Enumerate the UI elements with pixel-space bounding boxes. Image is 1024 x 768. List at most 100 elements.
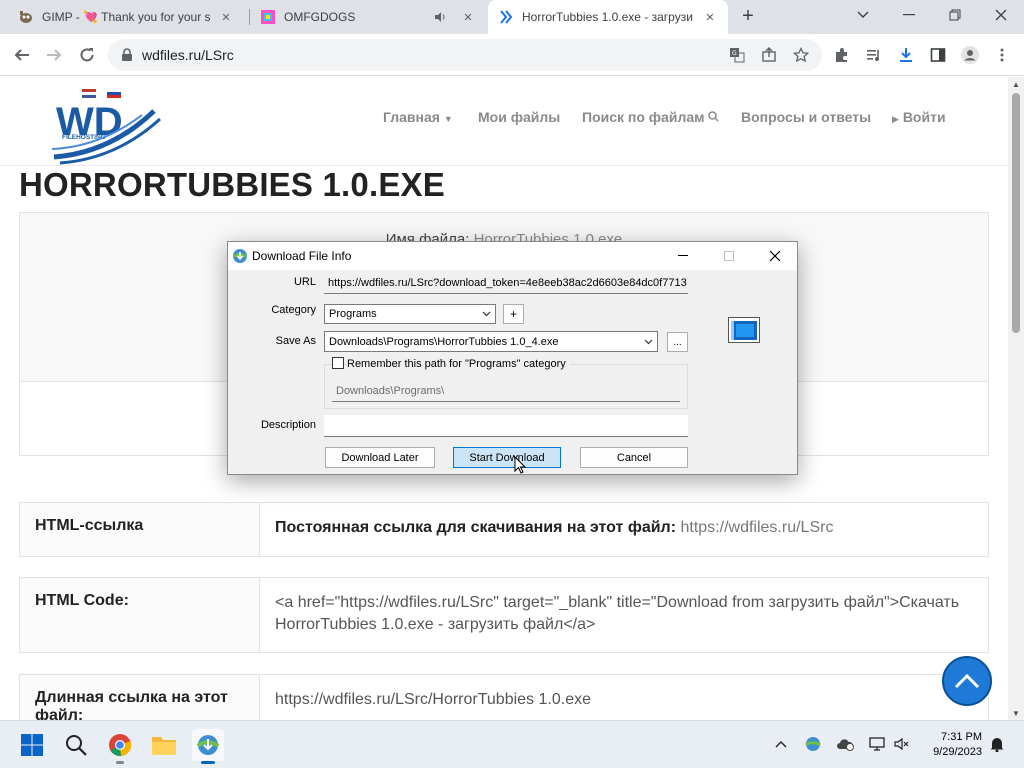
- remember-path-label[interactable]: Remember this path for "Programs" catego…: [347, 358, 570, 370]
- chevron-down-icon: [482, 305, 491, 323]
- translate-icon[interactable]: G: [728, 46, 746, 64]
- cancel-button[interactable]: Cancel: [580, 447, 688, 468]
- idm-icon: [196, 735, 220, 755]
- menu-login-label: Войти: [902, 109, 946, 125]
- idm-globe-icon: [232, 248, 248, 264]
- address-text[interactable]: wdfiles.ru/LSrc: [142, 47, 234, 63]
- menu-faq-label: Вопросы и ответы: [741, 109, 872, 125]
- download-icon[interactable]: [896, 45, 916, 65]
- page-scrollbar[interactable]: ▲ ▼: [1008, 77, 1024, 720]
- menu-login[interactable]: ▶ Войти: [892, 109, 946, 125]
- save-as-label: Save As: [275, 335, 316, 347]
- tab-gimp[interactable]: GIMP - 💘 Thank you for your s ✕: [8, 0, 244, 34]
- permalink[interactable]: https://wdfiles.ru/LSrc: [676, 519, 833, 536]
- bookmark-star-icon[interactable]: [792, 46, 810, 64]
- running-indicator: [201, 761, 215, 764]
- network-icon[interactable]: [868, 735, 886, 753]
- speaker-icon[interactable]: [432, 9, 448, 25]
- start-button[interactable]: [16, 729, 48, 761]
- save-as-select[interactable]: Downloads\Programs\HorrorTubbies 1.0_4.e…: [324, 331, 658, 352]
- scrollbar-thumb[interactable]: [1012, 93, 1020, 333]
- volume-muted-icon[interactable]: [893, 735, 911, 753]
- search-icon: [66, 735, 87, 756]
- extensions-puzzle-icon[interactable]: [832, 45, 852, 65]
- scroll-up-arrow-icon[interactable]: ▲: [1008, 77, 1024, 91]
- idm-tray-icon[interactable]: [804, 735, 822, 753]
- folder-icon: [152, 737, 176, 755]
- tab-search-icon[interactable]: [852, 4, 874, 26]
- site-logo[interactable]: WD FILEHOSTING: [50, 83, 162, 165]
- chevron-down-icon: [644, 332, 653, 351]
- url-field[interactable]: https://wdfiles.ru/LSrc?download_token=4…: [324, 272, 688, 294]
- svg-text:G: G: [732, 50, 737, 57]
- site-header: WD FILEHOSTING Главная ▼ Мои файлы Поиск…: [0, 77, 1008, 166]
- dialog-close-icon[interactable]: [752, 242, 798, 270]
- tab-title: GIMP - 💘 Thank you for your s: [42, 10, 211, 24]
- onedrive-icon[interactable]: [836, 735, 854, 753]
- start-download-button[interactable]: Start Download: [453, 447, 561, 468]
- description-field[interactable]: [324, 415, 688, 437]
- reload-icon[interactable]: [76, 44, 98, 66]
- menu-search[interactable]: Поиск по файлам: [582, 109, 719, 125]
- download-later-button[interactable]: Download Later: [325, 447, 435, 468]
- table-row: HTML-ссылка Постоянная ссылка для скачив…: [19, 502, 989, 557]
- close-tab-icon[interactable]: ✕: [218, 9, 234, 25]
- show-hidden-icons-chevron-icon[interactable]: [772, 735, 790, 753]
- close-tab-icon[interactable]: ✕: [460, 9, 476, 25]
- menu-myfiles[interactable]: Мои файлы: [478, 109, 560, 125]
- close-window-icon[interactable]: [990, 4, 1012, 26]
- long-link-value[interactable]: https://wdfiles.ru/LSrc/HorrorTubbies 1.…: [260, 675, 988, 720]
- search-icon: [708, 109, 719, 125]
- new-tab-button[interactable]: +: [737, 5, 759, 27]
- tab-wdfiles[interactable]: HorrorTubbies 1.0.exe - загрузи ✕: [488, 0, 728, 34]
- category-value: Programs: [329, 308, 377, 320]
- category-select[interactable]: Programs: [324, 304, 496, 324]
- taskbar-chrome[interactable]: [104, 729, 136, 764]
- profile-avatar-icon[interactable]: [960, 45, 980, 65]
- minimize-icon[interactable]: [898, 4, 920, 26]
- close-tab-icon[interactable]: ✕: [702, 9, 718, 25]
- add-category-button[interactable]: +: [503, 304, 524, 324]
- dialog-maximize-icon: [706, 242, 752, 270]
- tab-omfgdogs[interactable]: OMFGDOGS ✕: [250, 0, 486, 34]
- path-field: Downloads\Programs\: [332, 380, 680, 402]
- more-menu-icon[interactable]: [992, 45, 1012, 65]
- taskbar-idm[interactable]: [192, 729, 224, 764]
- forward-arrow-icon[interactable]: [43, 44, 65, 66]
- scroll-to-top-button[interactable]: [942, 656, 992, 706]
- taskbar-file-explorer[interactable]: [148, 729, 180, 761]
- row-label: Длинная ссылка на этот файл:: [20, 675, 260, 720]
- side-panel-icon[interactable]: [928, 45, 948, 65]
- restore-icon[interactable]: [944, 4, 966, 26]
- share-icon[interactable]: [760, 46, 778, 64]
- windows-taskbar: 7:31 PM 9/29/2023: [0, 720, 1024, 768]
- save-as-value: Downloads\Programs\HorrorTubbies 1.0_4.e…: [329, 335, 559, 348]
- category-label: Category: [271, 304, 316, 316]
- tab-title: HorrorTubbies 1.0.exe - загрузи: [522, 10, 693, 24]
- notification-bell-icon[interactable]: [988, 735, 1006, 753]
- windows-logo-icon: [21, 734, 43, 756]
- dialog-minimize-icon[interactable]: [660, 242, 706, 270]
- menu-home-label: Главная: [383, 109, 440, 125]
- lock-icon[interactable]: [120, 48, 134, 62]
- search-button[interactable]: [60, 729, 92, 761]
- remember-path-checkbox[interactable]: [332, 357, 344, 369]
- browse-button[interactable]: ...: [667, 332, 688, 352]
- caret-down-icon: ▼: [443, 114, 453, 124]
- menu-home[interactable]: Главная ▼: [383, 109, 453, 125]
- back-arrow-icon[interactable]: [11, 44, 33, 66]
- download-file-info-dialog: Download File Info URL https://wdfiles.r…: [227, 241, 798, 475]
- system-clock[interactable]: 7:31 PM 9/29/2023: [912, 730, 982, 760]
- chevron-up-icon: [954, 673, 980, 689]
- menu-faq[interactable]: Вопросы и ответы: [741, 109, 871, 125]
- address-bar[interactable]: wdfiles.ru/LSrc G: [108, 39, 822, 71]
- media-control-icon[interactable]: [864, 45, 884, 65]
- dialog-titlebar[interactable]: Download File Info: [228, 242, 797, 270]
- scroll-down-arrow-icon[interactable]: ▼: [1008, 706, 1024, 720]
- tab-strip: GIMP - 💘 Thank you for your s ✕ OMFGDOGS…: [0, 0, 1024, 34]
- tab-title: OMFGDOGS: [284, 10, 356, 24]
- chrome-icon: [109, 734, 132, 757]
- row-label: HTML-ссылка: [20, 503, 260, 556]
- html-code-value[interactable]: <a href="https://wdfiles.ru/LSrc" target…: [260, 578, 988, 652]
- wdfiles-icon: [498, 9, 514, 25]
